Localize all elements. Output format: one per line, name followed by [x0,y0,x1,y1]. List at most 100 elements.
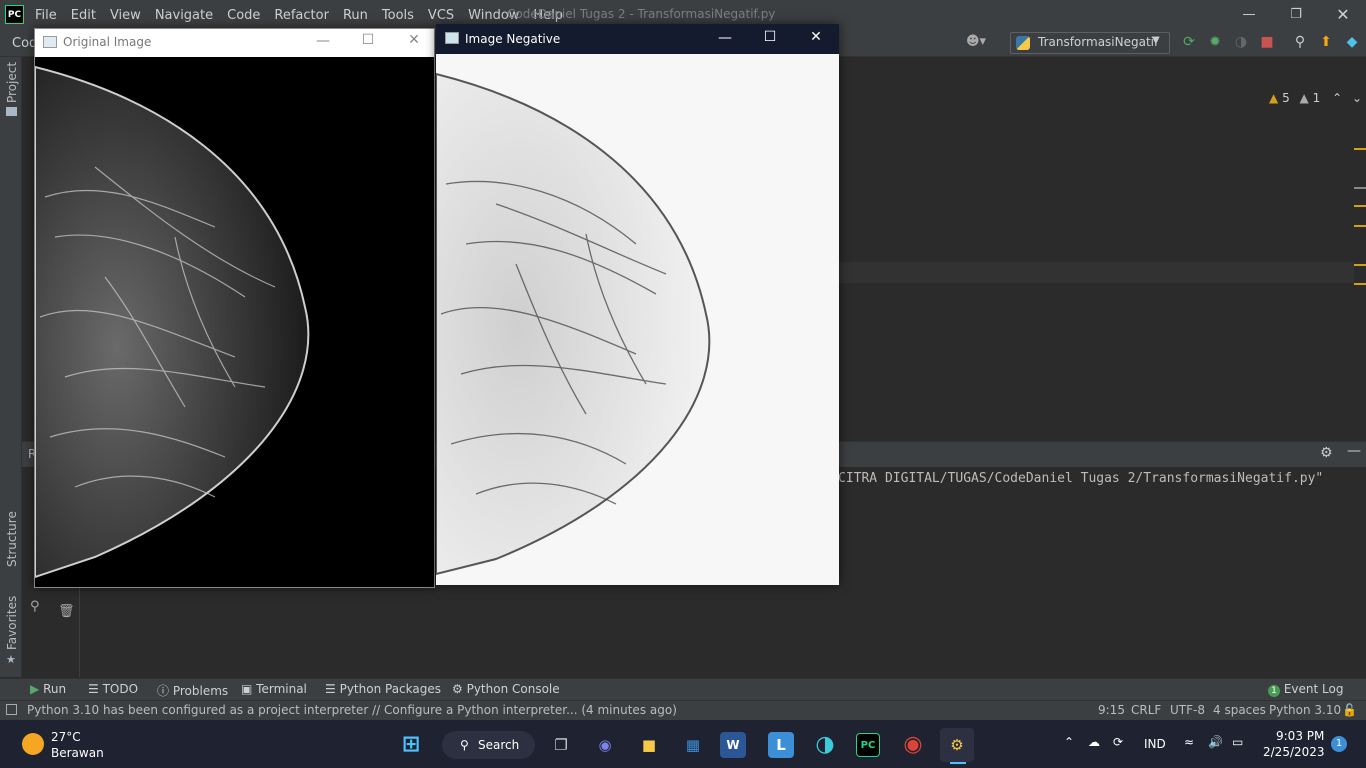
hide-icon[interactable]: — [1347,443,1361,459]
update-icon[interactable]: ⬆ [1318,34,1334,50]
run-icon: ▶ [30,682,40,696]
menu-run[interactable]: Run [343,8,368,23]
negative-image [436,54,839,585]
menu-code[interactable]: Code [227,8,260,23]
weather-icon[interactable] [22,733,44,755]
menu-edit[interactable]: Edit [71,8,96,23]
battery-icon[interactable]: ▭ [1232,735,1243,749]
structure-tab[interactable]: Structure [5,511,19,567]
warning-marker[interactable] [1354,264,1366,266]
l-app-icon[interactable]: L [768,732,794,758]
wifi-icon[interactable]: ≈ [1184,735,1194,749]
cloud-icon[interactable]: ☁ [1088,735,1100,749]
window-title-bar[interactable]: Image Negative — ☐ ✕ [436,24,839,54]
menu-navigate[interactable]: Navigate [155,8,213,23]
notification-badge[interactable]: 1 [1331,736,1347,752]
menu-file[interactable]: File [35,8,57,23]
window-app-icon [43,36,57,48]
image-negative-window[interactable]: Image Negative — ☐ ✕ [436,24,839,585]
window-title-bar[interactable]: Original Image — ☐ ✕ [35,29,434,57]
menu-refactor[interactable]: Refactor [274,8,329,23]
lock-icon[interactable]: 🔓 [1342,703,1357,717]
task-view-icon[interactable]: ❐ [544,728,578,762]
mammogram-negative-graphic [436,72,711,576]
window-title: Image Negative [465,32,561,46]
ide-close-button[interactable]: ✕ [1328,4,1358,26]
warning-marker[interactable] [1354,205,1366,207]
tool-tab-todo[interactable]: ☰ TODO [88,682,138,696]
file-explorer-icon[interactable]: ■ [632,728,666,762]
clock-date[interactable]: 2/25/2023 [1263,745,1325,759]
project-tab[interactable]: Project [5,62,19,103]
gear-icon[interactable]: ⚙ [1320,445,1333,461]
maximize-button[interactable]: ☐ [358,32,378,48]
warning-marker[interactable] [1354,148,1366,150]
pin-icon[interactable]: ⚲ [30,599,40,614]
warning-marker[interactable] [1354,225,1366,227]
pycharm-icon[interactable]: PC [856,733,880,757]
current-line-highlight [839,262,1354,283]
ide-minimize-button[interactable]: — [1234,4,1264,26]
tool-tab-terminal[interactable]: ▣ Terminal [241,682,307,696]
search-label: Search [478,738,520,752]
menu-view[interactable]: View [110,8,141,23]
plugin-icon[interactable]: ◆ [1344,34,1360,50]
teams-icon[interactable]: ◉ [588,728,622,762]
store-icon[interactable]: ▦ [676,728,710,762]
chevron-up-icon[interactable]: ⌃ [1064,735,1074,749]
chrome-icon[interactable]: ◉ [896,728,930,762]
panel-toggle-icon[interactable] [6,704,17,715]
menu-tools[interactable]: Tools [382,8,414,23]
search-icon[interactable]: ⚲ [1292,34,1308,50]
status-message[interactable]: Python 3.10 has been configured as a pro… [27,703,677,717]
menu-vcs[interactable]: VCS [428,8,454,23]
start-icon[interactable]: ⊞ [394,728,428,762]
volume-icon[interactable]: 🔊 [1208,735,1223,749]
minimize-button[interactable]: — [715,30,735,46]
python-app-icon[interactable]: ⚙ [940,728,974,762]
info-icon: ⓘ [157,684,170,698]
warning-marker[interactable] [1354,187,1366,189]
close-button[interactable]: ✕ [404,32,424,48]
interpreter[interactable]: Python 3.10 [1269,703,1341,717]
weak-warning-icon: ▲ [1299,91,1309,105]
warning-marker[interactable] [1354,283,1366,285]
python-console-icon: ⚙ [452,682,463,696]
tool-tab-python-packages[interactable]: ☰ Python Packages [325,682,441,696]
file-encoding[interactable]: UTF-8 [1170,703,1205,717]
ide-restore-button[interactable]: ❐ [1281,4,1311,26]
edge-icon[interactable]: ◑ [808,728,842,762]
maximize-button[interactable]: ☐ [760,29,780,45]
stop-icon[interactable]: ■ [1259,34,1275,50]
language-indicator[interactable]: IND [1144,737,1166,751]
favorites-tab[interactable]: Favorites [5,596,19,650]
word-icon[interactable]: W [720,732,746,758]
tool-tab-problems[interactable]: ⓘ Problems [157,682,228,699]
chevron-up-icon[interactable]: ⌃ [1332,91,1342,105]
minimize-button[interactable]: — [313,33,333,49]
inspection-widget[interactable]: ▲ 5 ▲ 1 ⌃ ⌄ [1269,91,1362,105]
clock-time[interactable]: 9:03 PM [1276,729,1324,743]
close-button[interactable]: ✕ [806,29,826,45]
sync-icon[interactable]: ⟳ [1113,735,1123,749]
line-separator[interactable]: CRLF [1131,703,1161,717]
cursor-position[interactable]: 9:15 [1098,703,1125,717]
star-icon: ★ [6,653,16,666]
debug-icon[interactable]: ✹ [1207,34,1223,50]
tool-tab-label: Run [43,682,67,696]
search-icon: ⚲ [460,738,469,752]
weather-description[interactable]: Berawan [51,746,104,760]
weather-temperature[interactable]: 27°C [51,730,81,744]
terminal-icon: ▣ [241,682,253,696]
rerun-icon[interactable]: ⟳ [1181,34,1197,50]
event-log-button[interactable]: 1 Event Log [1268,682,1343,697]
user-icon[interactable]: ☻▾ [966,34,986,49]
indent-setting[interactable]: 4 spaces [1213,703,1266,717]
chevron-down-icon[interactable]: ⌄ [1352,91,1362,105]
tool-tab-python-console[interactable]: ⚙ Python Console [452,682,560,696]
trash-icon[interactable]: 🗑 [58,604,75,619]
coverage-icon[interactable]: ◑ [1233,34,1249,50]
tool-tab-run[interactable]: ▶ Run [30,682,66,696]
original-image-window[interactable]: Original Image — ☐ ✕ [34,28,435,588]
window-app-icon [445,32,459,44]
